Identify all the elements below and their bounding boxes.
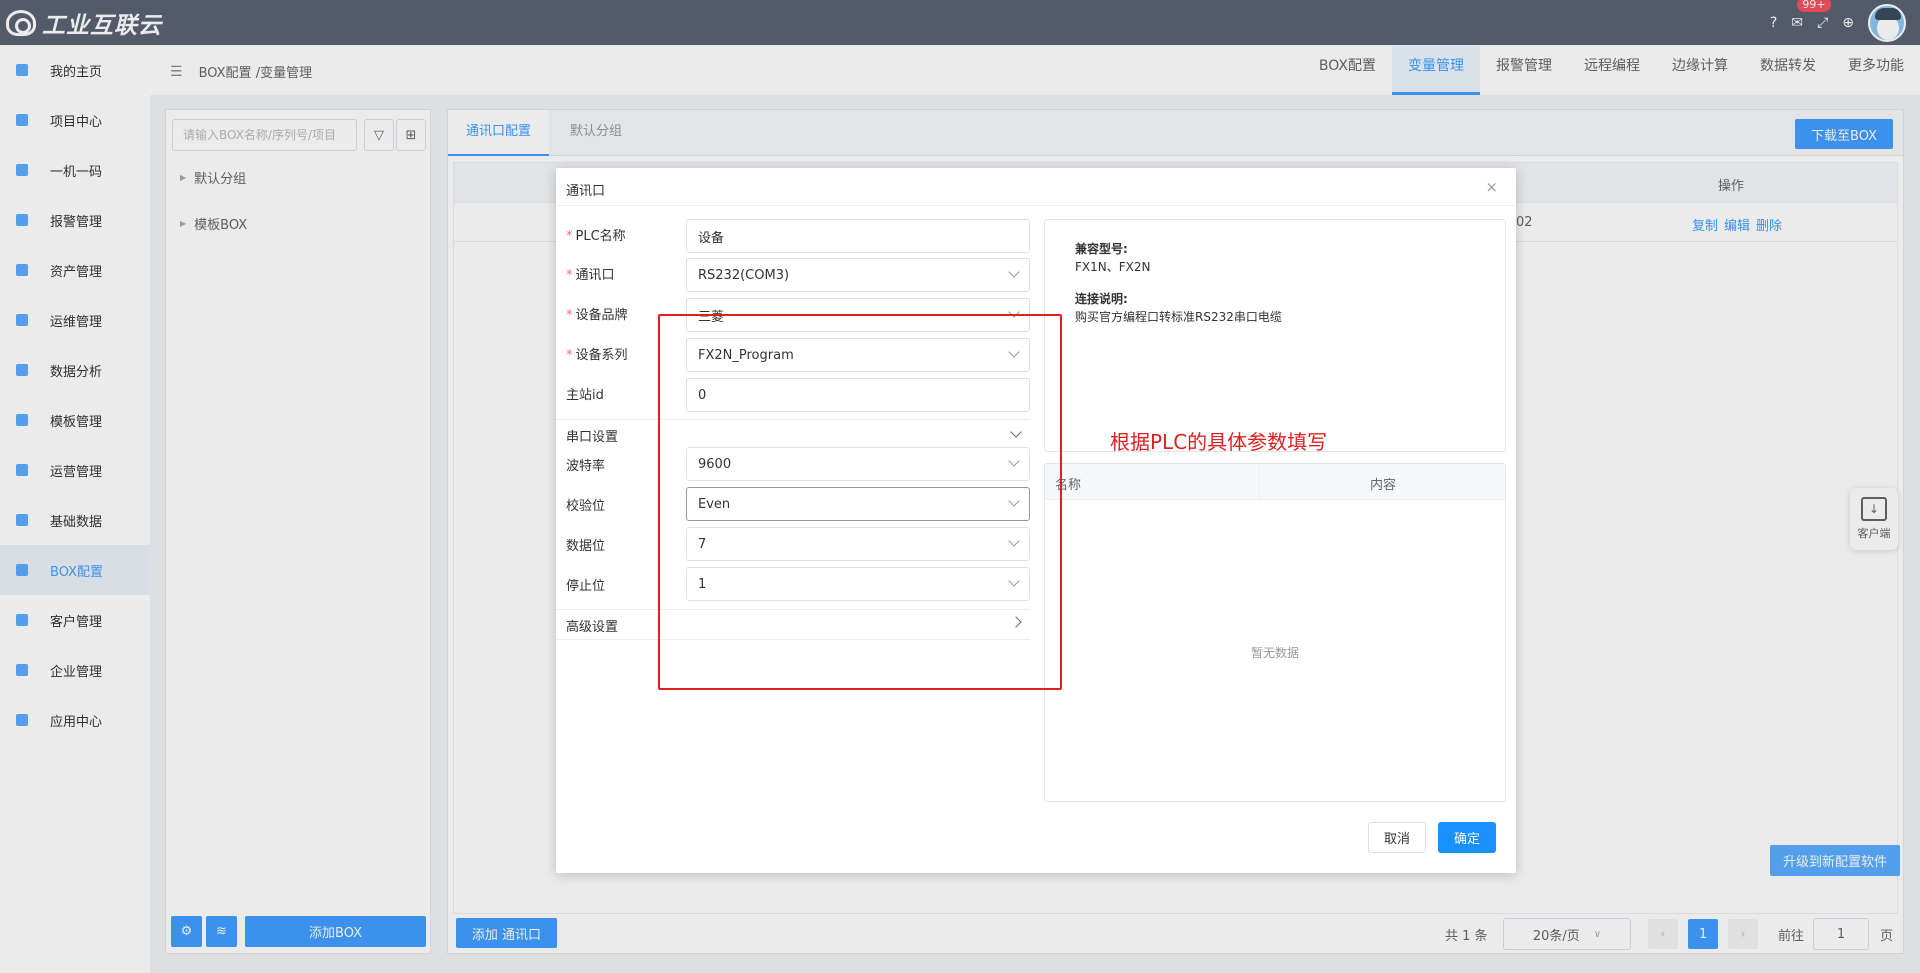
divider bbox=[556, 609, 1030, 610]
select-value: 1 bbox=[698, 576, 707, 592]
chevron-down-icon bbox=[1008, 455, 1020, 467]
chevron-down-icon bbox=[1010, 426, 1022, 438]
label-text: 通讯口 bbox=[575, 268, 615, 283]
chevron-down-icon bbox=[1008, 535, 1020, 547]
select-value: Even bbox=[698, 496, 731, 512]
series-label: * 设备系列 bbox=[566, 348, 628, 363]
baud-select[interactable]: 9600 bbox=[686, 447, 1030, 481]
cancel-button[interactable]: 取消 bbox=[1368, 822, 1426, 853]
section-label: 高级设置 bbox=[566, 620, 619, 635]
parity-label: 校验位 bbox=[566, 495, 605, 514]
parity-select[interactable]: Even bbox=[686, 487, 1030, 521]
port-select[interactable]: RS232(COM3) bbox=[686, 258, 1030, 292]
chevron-down-icon bbox=[1008, 495, 1020, 507]
conn-value: 购买官方编程口转标准RS232串口电缆 bbox=[1075, 310, 1282, 324]
brand-select[interactable]: 三菱 bbox=[686, 298, 1030, 332]
select-value: 三菱 bbox=[698, 309, 725, 325]
advanced-settings-header[interactable]: 高级设置 bbox=[566, 616, 1026, 635]
dialog-title: 通讯口 bbox=[566, 184, 606, 199]
close-icon[interactable]: × bbox=[1485, 178, 1498, 196]
chevron-down-icon bbox=[1008, 306, 1020, 318]
chevron-down-icon bbox=[1008, 575, 1020, 587]
label-text: 设备品牌 bbox=[575, 308, 628, 323]
param-table-header: 名称 内容 bbox=[1045, 464, 1505, 500]
divider bbox=[556, 639, 1030, 640]
plc-name-label: * PLC名称 bbox=[566, 229, 626, 244]
baud-label: 波特率 bbox=[566, 455, 605, 474]
label-text: 校验位 bbox=[566, 499, 606, 514]
select-value: RS232(COM3) bbox=[698, 267, 790, 283]
label-text: 数据位 bbox=[566, 539, 606, 554]
plc-name-input[interactable]: 设备 bbox=[686, 219, 1030, 253]
confirm-button[interactable]: 确定 bbox=[1438, 822, 1496, 853]
empty-state: 暂无数据 bbox=[1250, 646, 1299, 660]
chevron-down-icon bbox=[1008, 266, 1020, 278]
device-info-box: 兼容型号: FX1N、FX2N 连接说明: 购买官方编程口转标准RS232串口电… bbox=[1044, 219, 1506, 452]
conn-label: 连接说明: bbox=[1075, 292, 1128, 306]
stopbits-select[interactable]: 1 bbox=[686, 567, 1030, 601]
label-text: 设备系列 bbox=[575, 348, 628, 363]
databits-label: 数据位 bbox=[566, 535, 605, 554]
serial-settings-header[interactable]: 串口设置 bbox=[566, 426, 1026, 445]
station-id-input[interactable]: 0 bbox=[686, 378, 1030, 412]
section-label: 串口设置 bbox=[566, 430, 619, 445]
select-value: 9600 bbox=[698, 456, 732, 472]
input-value: 设备 bbox=[698, 230, 725, 246]
stopbits-label: 停止位 bbox=[566, 575, 605, 594]
series-select[interactable]: FX2N_Program bbox=[686, 338, 1030, 372]
divider bbox=[556, 205, 1516, 206]
label-text: 波特率 bbox=[566, 459, 606, 474]
compat-label: 兼容型号: bbox=[1075, 242, 1128, 256]
compat-value: FX1N、FX2N bbox=[1075, 260, 1151, 274]
databits-select[interactable]: 7 bbox=[686, 527, 1030, 561]
param-name-header: 名称 bbox=[1055, 478, 1082, 493]
divider bbox=[556, 419, 1030, 420]
annotation-text: 根据PLC的具体参数填写 bbox=[1110, 430, 1328, 454]
select-value: 7 bbox=[698, 536, 707, 552]
label-text: 主站id bbox=[566, 388, 604, 403]
select-value: FX2N_Program bbox=[698, 347, 794, 363]
port-label: * 通讯口 bbox=[566, 268, 615, 283]
label-text: PLC名称 bbox=[575, 229, 626, 244]
param-table: 名称 内容 暂无数据 bbox=[1044, 463, 1506, 802]
station-id-label: 主站id bbox=[566, 384, 604, 403]
brand-label: * 设备品牌 bbox=[566, 308, 628, 323]
input-value: 0 bbox=[698, 387, 707, 403]
chevron-down-icon bbox=[1008, 346, 1020, 358]
divider bbox=[1259, 464, 1260, 500]
chevron-right-icon bbox=[1010, 616, 1022, 628]
label-text: 停止位 bbox=[566, 579, 606, 594]
param-content-header: 内容 bbox=[1370, 478, 1397, 493]
port-config-dialog: 通讯口 × * PLC名称 设备 * 通讯口 RS232(COM3) * 设备品牌 三… bbox=[556, 168, 1516, 873]
